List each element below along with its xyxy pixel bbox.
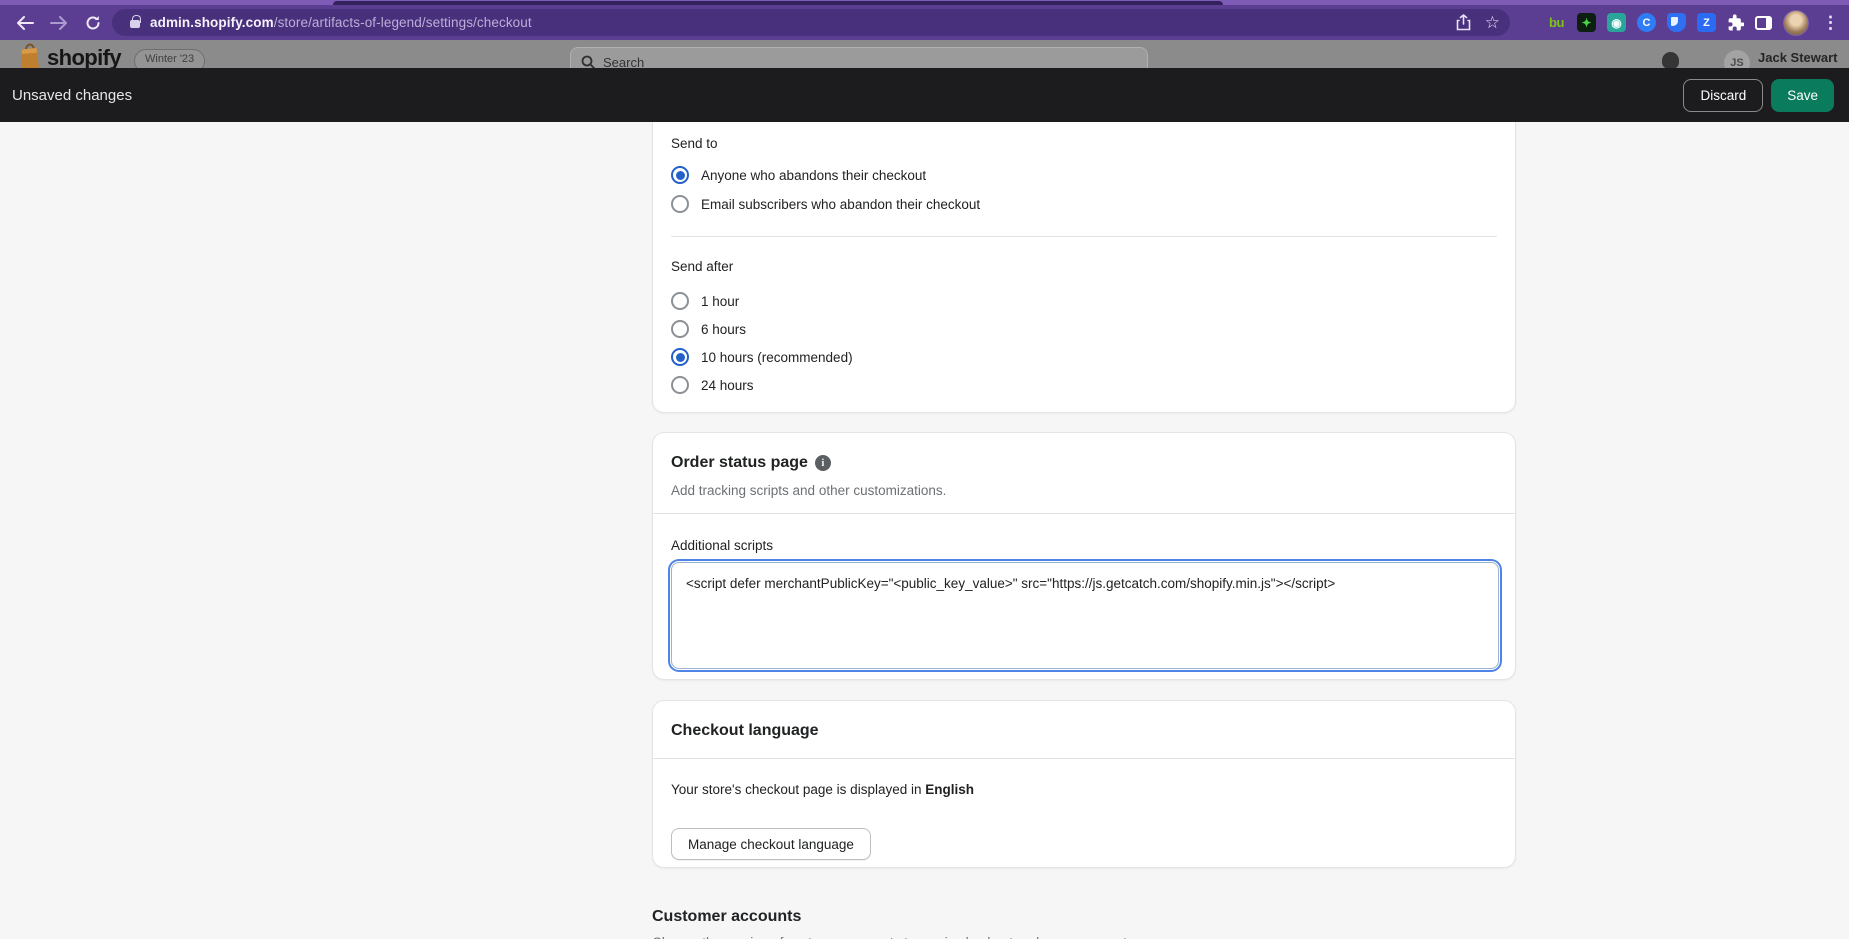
radio-option-label: 10 hours (recommended) xyxy=(701,349,853,365)
search-placeholder: Search xyxy=(603,54,645,69)
customer-accounts-title: Customer accounts xyxy=(652,908,802,925)
manage-checkout-language-button[interactable]: Manage checkout language xyxy=(671,828,871,860)
order-status-title: Order status page xyxy=(671,454,808,471)
shield-extension-icon[interactable] xyxy=(1667,13,1686,32)
shopify-bag-logo-icon[interactable] xyxy=(17,43,43,68)
c-extension-icon[interactable]: C xyxy=(1637,13,1656,32)
z-extension-icon[interactable]: Z xyxy=(1697,13,1716,32)
abandoned-checkout-card: Send to Anyone who abandons their checko… xyxy=(652,122,1516,413)
bookmark-star-icon[interactable]: ☆ xyxy=(1485,14,1500,31)
checkout-language-text: Your store's checkout page is displayed … xyxy=(671,781,1497,799)
checkout-language-card: Checkout language Your store's checkout … xyxy=(652,700,1516,868)
editions-badge[interactable]: Winter '23 xyxy=(134,49,206,68)
reload-button[interactable] xyxy=(76,5,110,40)
browser-profile-avatar[interactable] xyxy=(1783,9,1809,36)
address-bar[interactable]: admin.shopify.com/store/artifacts-of-leg… xyxy=(112,9,1510,36)
browser-extensions-row: bu ✦ ◉ C Z ⋮ xyxy=(1547,5,1841,40)
radio-option-1-hour[interactable]: 1 hour xyxy=(671,290,1497,312)
browser-menu-icon[interactable]: ⋮ xyxy=(1820,13,1841,33)
page-url[interactable]: admin.shopify.com/store/artifacts-of-leg… xyxy=(150,15,532,30)
radio-option-label: Email subscribers who abandon their chec… xyxy=(701,196,981,212)
radio-option-label: 24 hours xyxy=(701,377,754,393)
unsaved-changes-message: Unsaved changes xyxy=(12,86,133,104)
section-divider xyxy=(671,236,1497,237)
ssl-lock-icon[interactable] xyxy=(130,15,141,28)
radio-button[interactable] xyxy=(671,292,689,310)
radio-option-label: 1 hour xyxy=(701,293,740,309)
radio-option-label: Anyone who abandons their checkout xyxy=(701,167,927,183)
radio-button[interactable] xyxy=(671,348,689,366)
radio-option-24-hours[interactable]: 24 hours xyxy=(671,374,1497,396)
side-panel-icon[interactable] xyxy=(1755,15,1772,30)
checkout-language-title: Checkout language xyxy=(671,722,819,739)
radio-option-email-subscribers[interactable]: Email subscribers who abandon their chec… xyxy=(671,193,1497,215)
search-icon xyxy=(581,55,595,68)
radio-button[interactable] xyxy=(671,166,689,184)
share-icon[interactable] xyxy=(1456,14,1471,31)
send-to-label: Send to xyxy=(671,136,718,151)
radio-option-6-hours[interactable]: 6 hours xyxy=(671,318,1497,340)
radio-option-label: 6 hours xyxy=(701,321,747,337)
language-value: English xyxy=(925,782,974,797)
teal-extension-icon[interactable]: ◉ xyxy=(1607,13,1626,32)
additional-scripts-label: Additional scripts xyxy=(671,538,774,553)
info-icon[interactable]: i xyxy=(814,455,831,471)
order-status-subtitle: Add tracking scripts and other customiza… xyxy=(671,483,947,498)
order-status-page-card: Order status page i Add tracking scripts… xyxy=(652,432,1516,680)
notification-bell-icon[interactable] xyxy=(1662,52,1679,68)
additional-scripts-input[interactable]: <script defer merchantPublicKey="<public… xyxy=(671,562,1499,669)
radio-option-anyone[interactable]: Anyone who abandons their checkout xyxy=(671,164,1497,186)
back-button[interactable] xyxy=(8,5,42,40)
customer-accounts-description: Choose the version of customer accounts … xyxy=(652,934,1432,939)
diamond-extension-icon[interactable]: ✦ xyxy=(1577,13,1596,32)
browser-toolbar: admin.shopify.com/store/artifacts-of-leg… xyxy=(0,0,1849,40)
shopify-wordmark[interactable]: shopify xyxy=(47,45,122,68)
radio-button[interactable] xyxy=(671,376,689,394)
radio-button[interactable] xyxy=(671,320,689,338)
shopify-admin-checkout-settings-page: admin.shopify.com/store/artifacts-of-leg… xyxy=(0,0,1849,939)
discard-button[interactable]: Discard xyxy=(1683,78,1764,112)
language-text-prefix: Your store's checkout page is displayed … xyxy=(671,782,926,797)
radio-option-10-hours[interactable]: 10 hours (recommended) xyxy=(671,346,1497,368)
radio-button[interactable] xyxy=(671,195,689,213)
active-tab[interactable] xyxy=(333,1,1223,5)
user-name[interactable]: Jack Stewart xyxy=(1758,50,1838,65)
send-after-label: Send after xyxy=(671,259,734,274)
user-avatar[interactable]: JS xyxy=(1724,50,1750,68)
puzzle-extensions-icon[interactable] xyxy=(1727,14,1744,31)
save-button[interactable]: Save xyxy=(1771,78,1834,112)
forward-button[interactable] xyxy=(42,5,76,40)
bu-extension-icon[interactable]: bu xyxy=(1547,13,1566,32)
unsaved-changes-bar: Unsaved changes Discard Save xyxy=(0,68,1849,122)
admin-search-input[interactable]: Search xyxy=(570,47,1148,68)
admin-top-bar: shopify Winter '23 Search JS Jack Stewar… xyxy=(0,40,1849,68)
